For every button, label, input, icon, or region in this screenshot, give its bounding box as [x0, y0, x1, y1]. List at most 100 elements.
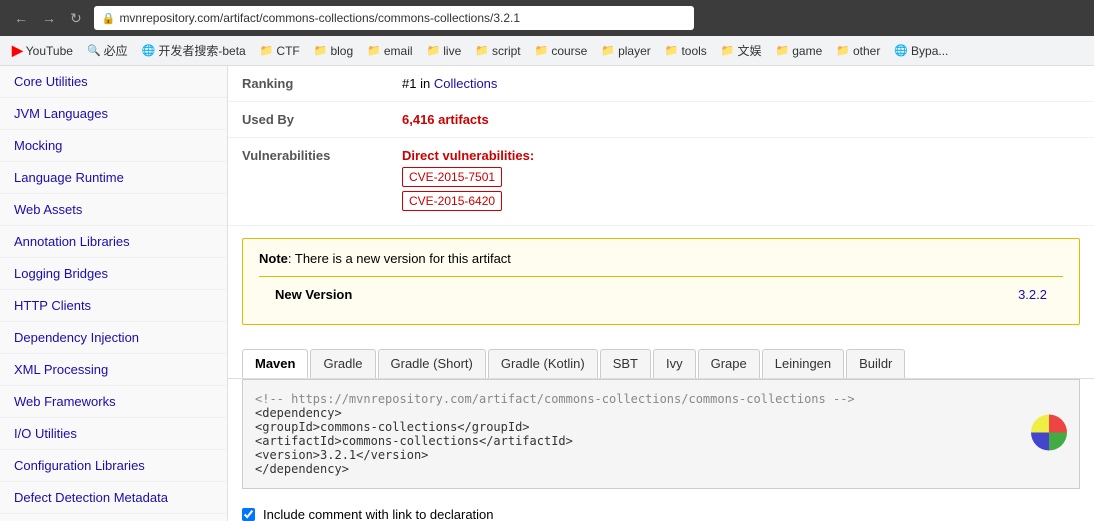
- checkbox-label: Include comment with link to declaration: [263, 507, 494, 521]
- search-icon: 🔍: [87, 44, 101, 57]
- sidebar-item-configuration-libraries[interactable]: Configuration Libraries: [0, 450, 227, 482]
- sidebar-item-io-utilities[interactable]: I/O Utilities: [0, 418, 227, 450]
- ranking-row: Ranking #1 in Collections: [228, 66, 1094, 102]
- vulnerabilities-value: Direct vulnerabilities: CVE-2015-7501 CV…: [388, 138, 1094, 226]
- bookmark-biqu-label: 必应: [104, 42, 128, 59]
- bookmark-tools-label: tools: [681, 44, 706, 58]
- used-by-value: 6,416 artifacts: [388, 102, 1094, 138]
- folder-icon-9: 📁: [721, 44, 735, 57]
- bookmark-blog[interactable]: 📁 blog: [308, 41, 359, 61]
- bookmark-email[interactable]: 📁 email: [361, 41, 418, 61]
- cve-2-link[interactable]: CVE-2015-6420: [402, 191, 502, 211]
- tab-gradle-kotlin[interactable]: Gradle (Kotlin): [488, 349, 598, 378]
- bookmark-course-label: course: [551, 44, 587, 58]
- bookmark-game-label: game: [792, 44, 822, 58]
- back-button[interactable]: ←: [10, 8, 32, 28]
- sidebar-item-dependency-injection[interactable]: Dependency Injection: [0, 322, 227, 354]
- bookmark-script-label: script: [492, 44, 521, 58]
- ranking-text: #1 in Collections: [402, 76, 497, 91]
- tabs-container: Maven Gradle Gradle (Short) Gradle (Kotl…: [228, 337, 1094, 379]
- sidebar-item-language-runtime[interactable]: Language Runtime: [0, 162, 227, 194]
- youtube-icon: ▶: [12, 42, 23, 59]
- bookmark-ctf-label: CTF: [276, 44, 299, 58]
- address-bar[interactable]: 🔒 mvnrepository.com/artifact/commons-col…: [94, 6, 694, 30]
- grape-logo-svg: [1031, 415, 1067, 451]
- artifacts-link[interactable]: 6,416 artifacts: [402, 112, 489, 127]
- globe-icon-2: 🌐: [894, 44, 908, 57]
- ranking-value: #1 in Collections: [388, 66, 1094, 102]
- bookmark-other-label: other: [853, 44, 880, 58]
- sidebar-item-http-clients[interactable]: HTTP Clients: [0, 290, 227, 322]
- main-layout: Core Utilities JVM Languages Mocking Lan…: [0, 66, 1094, 521]
- folder-icon-8: 📁: [665, 44, 679, 57]
- vulnerabilities-label: Vulnerabilities: [228, 138, 388, 226]
- bookmark-ctf[interactable]: 📁 CTF: [254, 41, 306, 61]
- tab-ivy[interactable]: Ivy: [653, 349, 696, 378]
- browser-chrome: ← → ↻ 🔒 mvnrepository.com/artifact/commo…: [0, 0, 1094, 36]
- sidebar-item-mocking[interactable]: Mocking: [0, 130, 227, 162]
- new-version-label: New Version: [275, 287, 1018, 302]
- tab-maven[interactable]: Maven: [242, 349, 308, 378]
- note-box: Note: There is a new version for this ar…: [242, 238, 1080, 325]
- bookmark-youtube-label: YouTube: [26, 44, 73, 58]
- vulnerabilities-row: Vulnerabilities Direct vulnerabilities: …: [228, 138, 1094, 226]
- sidebar-item-logging-bridges[interactable]: Logging Bridges: [0, 258, 227, 290]
- bookmark-blog-label: blog: [330, 44, 353, 58]
- include-comment-checkbox[interactable]: [242, 508, 255, 521]
- bookmark-devtools-label: 开发者搜索-beta: [158, 42, 245, 59]
- collections-link[interactable]: Collections: [434, 76, 498, 91]
- new-version-link[interactable]: 3.2.2: [1018, 287, 1047, 302]
- bookmark-other[interactable]: 📁 other: [830, 41, 886, 61]
- bookmark-bypass[interactable]: 🌐 Bypa...: [888, 41, 954, 61]
- bookmark-live-label: live: [443, 44, 461, 58]
- bookmark-wenle[interactable]: 📁 文娱: [715, 39, 768, 62]
- browser-navigation: ← → ↻: [10, 8, 86, 29]
- bookmark-script[interactable]: 📁 script: [469, 41, 526, 61]
- bookmark-course[interactable]: 📁 course: [529, 41, 594, 61]
- tab-gradle-short[interactable]: Gradle (Short): [378, 349, 486, 378]
- bookmark-biqu[interactable]: 🔍 必应: [81, 39, 134, 62]
- tab-sbt[interactable]: SBT: [600, 349, 651, 378]
- code-line4: <version>3.2.1</version>: [255, 448, 1067, 462]
- bookmark-wenle-label: 文娱: [738, 42, 762, 59]
- note-label: Note: [259, 251, 288, 266]
- bookmark-tools[interactable]: 📁 tools: [659, 41, 713, 61]
- tab-gradle[interactable]: Gradle: [310, 349, 375, 378]
- sidebar-item-web-frameworks[interactable]: Web Frameworks: [0, 386, 227, 418]
- bookmarks-bar: ▶ YouTube 🔍 必应 🌐 开发者搜索-beta 📁 CTF 📁 blog…: [0, 36, 1094, 66]
- globe-icon: 🌐: [142, 44, 156, 57]
- cve-1-link[interactable]: CVE-2015-7501: [402, 167, 502, 187]
- bookmark-player[interactable]: 📁 player: [595, 41, 656, 61]
- bookmark-player-label: player: [618, 44, 651, 58]
- content-area: Ranking #1 in Collections Used By 6,416 …: [228, 66, 1094, 521]
- tab-buildr[interactable]: Buildr: [846, 349, 905, 378]
- code-line3: <artifactId>commons-collections</artifac…: [255, 434, 1067, 448]
- bookmark-devtools[interactable]: 🌐 开发者搜索-beta: [136, 39, 252, 62]
- folder-icon-7: 📁: [601, 44, 615, 57]
- sidebar: Core Utilities JVM Languages Mocking Lan…: [0, 66, 228, 521]
- sidebar-item-xml-processing[interactable]: XML Processing: [0, 354, 227, 386]
- folder-icon-6: 📁: [535, 44, 549, 57]
- cve-list: CVE-2015-7501 CVE-2015-6420: [402, 167, 1080, 215]
- sidebar-item-code-generators[interactable]: Code Generators: [0, 514, 227, 521]
- used-by-row: Used By 6,416 artifacts: [228, 102, 1094, 138]
- bookmark-email-label: email: [384, 44, 413, 58]
- bookmark-live[interactable]: 📁 live: [421, 41, 468, 61]
- sidebar-item-web-assets[interactable]: Web Assets: [0, 194, 227, 226]
- tab-leiningen[interactable]: Leiningen: [762, 349, 844, 378]
- reload-button[interactable]: ↻: [66, 8, 86, 29]
- sidebar-item-jvm-languages[interactable]: JVM Languages: [0, 98, 227, 130]
- lock-icon: 🔒: [102, 12, 116, 25]
- forward-button[interactable]: →: [38, 8, 60, 28]
- bookmark-youtube[interactable]: ▶ YouTube: [6, 39, 79, 62]
- ranking-label: Ranking: [228, 66, 388, 102]
- tabs: Maven Gradle Gradle (Short) Gradle (Kotl…: [242, 349, 1080, 378]
- tab-grape[interactable]: Grape: [698, 349, 760, 378]
- sidebar-item-annotation-libraries[interactable]: Annotation Libraries: [0, 226, 227, 258]
- sidebar-item-defect-detection-metadata[interactable]: Defect Detection Metadata: [0, 482, 227, 514]
- sidebar-item-core-utilities[interactable]: Core Utilities: [0, 66, 227, 98]
- bookmark-game[interactable]: 📁 game: [770, 41, 829, 61]
- bookmark-bypass-label: Bypa...: [911, 44, 948, 58]
- vuln-header: Direct vulnerabilities:: [402, 148, 1080, 163]
- new-version-row: New Version 3.2.2: [259, 276, 1063, 312]
